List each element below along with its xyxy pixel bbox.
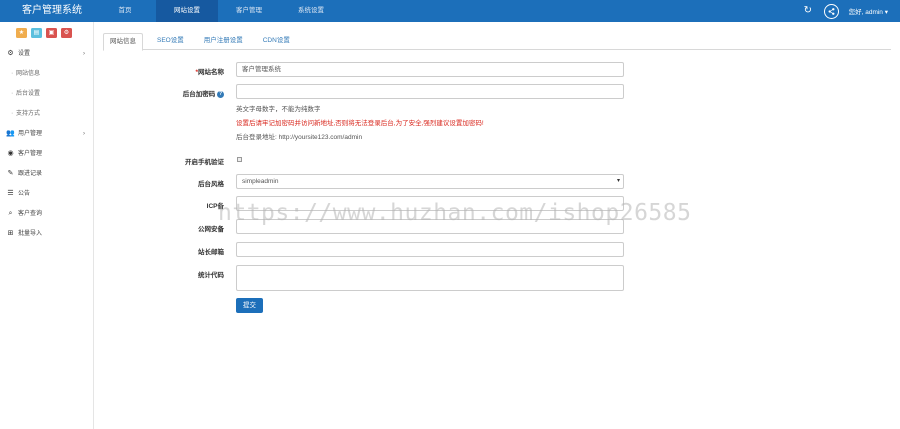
mobile-verify-label: 开启手机验证	[185, 159, 224, 166]
mobile-verify-checkbox[interactable]	[237, 157, 242, 162]
sidebar-item-label: 批量导入	[18, 231, 43, 237]
sidebar-item-site-info[interactable]: · 网站信息	[0, 64, 93, 84]
sidebar-item-settings[interactable]: ⚙ 设置 ›	[0, 44, 93, 64]
stats-code-label: 统计代码	[198, 272, 224, 279]
sidebar-item-import[interactable]: ⊞ 批量导入	[0, 224, 93, 244]
theme-label: 后台风格	[198, 181, 224, 188]
list-icon: ☰	[7, 190, 14, 197]
sidebar-item-notices[interactable]: ☰ 公告	[0, 184, 93, 204]
sidebar-item-label: 支持方式	[16, 111, 41, 117]
plus-icon: ⊞	[7, 230, 14, 237]
sidebar-item-label: 网站信息	[16, 71, 41, 77]
sidebar-item-label: 跟进记录	[18, 171, 43, 177]
nav-system-settings[interactable]: 系统设置	[280, 0, 342, 22]
sidebar: ★ ▤ ▣ ⚙ ⚙ 设置 › · 网站信息 · 后台设置 · 支持方式 👥 用户…	[0, 22, 94, 429]
tab-cdn[interactable]: CDN设置	[257, 33, 296, 50]
quick-buttons: ★ ▤ ▣ ⚙	[16, 28, 72, 38]
quick-settings-button[interactable]: ⚙	[61, 28, 72, 38]
email-input[interactable]	[236, 242, 624, 257]
submit-button[interactable]: 提交	[236, 298, 263, 313]
top-navbar: 客户管理系统 首页 网站设置 客户管理 系统设置 ↻ 您好, admin ▾	[0, 0, 900, 22]
caret-down-icon: ▾	[616, 178, 620, 184]
user-menu[interactable]: 您好, admin ▾	[849, 6, 888, 16]
admin-code-warning: 设置后请牢记加密码并访问新地址,否则将无法登录后台,为了安全,强烈建议设置加密码…	[236, 120, 484, 127]
bullet-icon: ·	[11, 110, 14, 117]
email-label: 站长邮箱	[198, 249, 224, 256]
tab-registration[interactable]: 用户注册设置	[198, 33, 249, 50]
edit-icon: ✎	[7, 170, 14, 177]
nav-site-settings[interactable]: 网站设置	[156, 0, 218, 22]
tab-site-info[interactable]: 网站信息	[103, 33, 143, 51]
app-title[interactable]: 客户管理系统	[22, 0, 82, 22]
sidebar-item-support[interactable]: · 支持方式	[0, 104, 93, 124]
refresh-icon[interactable]: ↻	[804, 6, 814, 16]
sidebar-item-customers[interactable]: ◉ 客户管理	[0, 144, 93, 164]
icp-label: ICP备	[206, 203, 224, 210]
sidebar-item-label: 设置	[18, 51, 31, 57]
users-icon: 👥	[6, 130, 15, 137]
sidebar-item-label: 后台设置	[16, 91, 41, 97]
gear-icon: ⚙	[63, 30, 70, 36]
chevron-right-icon: ›	[83, 131, 85, 137]
sidebar-item-user-management[interactable]: 👥 用户管理 ›	[0, 124, 93, 144]
sidebar-item-label: 公告	[18, 191, 31, 197]
quick-star-button[interactable]: ★	[16, 28, 27, 38]
admin-code-input[interactable]	[236, 84, 624, 99]
top-nav: 首页 网站设置 客户管理 系统设置	[94, 0, 342, 22]
sidebar-item-label: 客户查询	[18, 211, 43, 217]
avatar[interactable]	[823, 3, 839, 19]
sidebar-item-label: 用户管理	[18, 131, 43, 137]
bullet-icon: ·	[11, 70, 14, 77]
sidebar-item-search[interactable]: ⌕ 客户查询	[0, 204, 93, 224]
site-name-label: *网站名称	[195, 69, 224, 76]
tab-seo[interactable]: SEO设置	[151, 33, 190, 50]
sidebar-item-admin-settings[interactable]: · 后台设置	[0, 84, 93, 104]
gear-icon: ⚙	[7, 50, 14, 57]
theme-select-value: simpleadmin	[242, 178, 279, 185]
sidebar-menu: ⚙ 设置 › · 网站信息 · 后台设置 · 支持方式 👥 用户管理 › ◉ 客…	[0, 44, 93, 244]
search-icon: ⌕	[8, 210, 13, 217]
site-name-input[interactable]: 客户管理系统	[236, 62, 624, 77]
stats-code-textarea[interactable]	[236, 265, 624, 291]
document-icon: ▤	[33, 30, 40, 36]
admin-code-label: 后台加密码 ?	[182, 91, 224, 98]
quick-record-button[interactable]: ▣	[46, 28, 57, 38]
sidebar-item-label: 客户管理	[18, 151, 43, 157]
admin-login-url: 后台登录地址: http://yoursite123.com/admin	[236, 134, 363, 141]
help-icon[interactable]: ?	[217, 91, 224, 98]
admin-code-hint: 英文字母数字，不能为纯数字	[236, 106, 321, 113]
public-security-label: 公网安备	[198, 226, 224, 233]
sidebar-item-followups[interactable]: ✎ 跟进记录	[0, 164, 93, 184]
chevron-right-icon: ›	[83, 51, 85, 57]
nav-customer-management[interactable]: 客户管理	[218, 0, 280, 22]
star-icon: ★	[18, 30, 25, 36]
nav-home[interactable]: 首页	[94, 0, 156, 22]
share-icon	[828, 7, 835, 15]
quick-document-button[interactable]: ▤	[31, 28, 42, 38]
user-icon: ◉	[7, 150, 14, 157]
record-icon: ▣	[48, 30, 55, 36]
watermark: https://www.huzhan.com/ishop26585	[218, 200, 692, 226]
settings-tabs: 网站信息 SEO设置 用户注册设置 CDN设置	[103, 33, 891, 51]
top-right-tools: ↻ 您好, admin ▾	[804, 0, 888, 22]
theme-select[interactable]: simpleadmin ▾	[236, 174, 624, 189]
bullet-icon: ·	[11, 90, 14, 97]
